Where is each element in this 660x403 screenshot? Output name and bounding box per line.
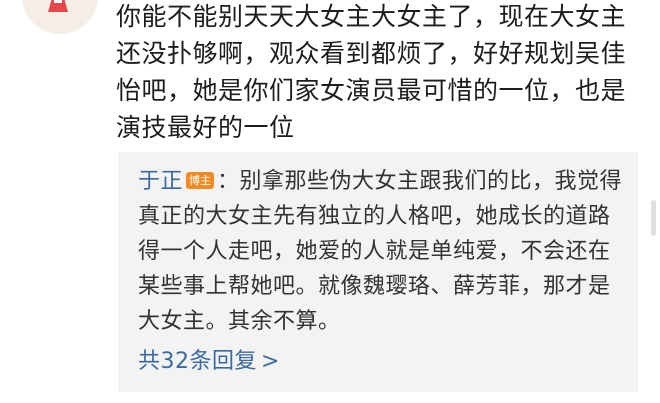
avatar[interactable] [22,0,98,34]
reply-content: 于正 博主 ：别拿那些伪大女主跟我们的比，我觉得真正的大女主先有独立的人格吧，她成长… [138,164,630,339]
more-replies-label: 共32条回复 [138,349,257,374]
chevron-right-icon: > [261,349,280,374]
avatar-girl-icon [48,0,68,12]
reply-separator: ： [217,169,240,194]
more-replies-link[interactable]: 共32条回复 > [138,346,280,378]
reply-text: 别拿那些伪大女主跟我们的比，我觉得真正的大女主先有独立的人格吧，她成长的道路得一… [138,169,623,334]
author-badge: 博主 [186,172,215,189]
reply-box: 于正 博主 ：别拿那些伪大女主跟我们的比，我觉得真正的大女主先有独立的人格吧，她成长… [118,152,638,392]
comment-text: 你能不能别天天大女主大女主了，现在大女主 还没扑够啊，观众看到都烦了，好好规划吴… [116,2,627,142]
reply-author-link[interactable]: 于正 [138,169,183,194]
scrollbar[interactable] [651,200,656,236]
